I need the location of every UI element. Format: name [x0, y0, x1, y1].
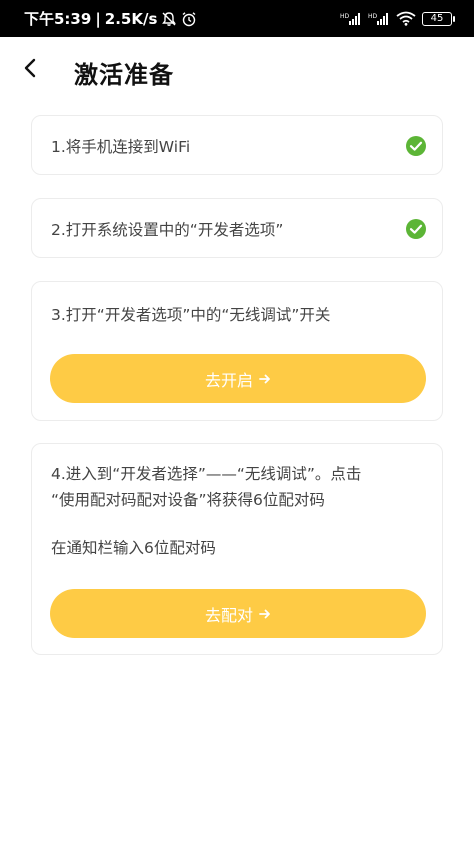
back-button[interactable] [14, 54, 46, 86]
step-2-text: 2.打开系统设置中的“开发者选项” [51, 221, 284, 239]
arrow-right-icon [259, 608, 271, 620]
hd-signal-icon: HD [340, 12, 362, 26]
step-card-2: 2.打开系统设置中的“开发者选项” [31, 198, 443, 258]
status-right: HD HD 45 [340, 11, 455, 26]
app-header: 激活准备 [0, 37, 474, 103]
status-separator: | [95, 9, 101, 28]
chevron-left-icon [23, 58, 37, 82]
enable-button-label: 去开启 [204, 370, 253, 390]
net-speed: 2.5K/s [104, 9, 158, 28]
check-circle-icon [405, 218, 427, 240]
enable-button[interactable]: 去开启 [50, 354, 426, 403]
hd-signal-icon-2: HD [368, 12, 390, 26]
status-time: 下午5:39 [24, 10, 92, 28]
pair-button[interactable]: 去配对 [50, 589, 426, 638]
wifi-icon [396, 11, 416, 26]
check-circle-icon [405, 135, 427, 157]
svg-text:HD: HD [340, 13, 350, 20]
svg-text:HD: HD [368, 13, 378, 20]
mute-icon [161, 11, 177, 27]
step-4-note: 在通知栏输入6位配对码 [51, 539, 216, 557]
step-4-line-1: 4.进入到“开发者选择”——“无线调试”。点击 [51, 465, 362, 483]
step-4-line-2: “使用配对码配对设备”将获得6位配对码 [51, 491, 325, 509]
status-left: 下午5:39 | 2.5K/s [24, 8, 197, 29]
step-1-text: 1.将手机连接到WiFi [51, 138, 191, 156]
step-3-text: 3.打开“开发者选项”中的“无线调试”开关 [51, 306, 331, 324]
alarm-icon [181, 11, 197, 27]
page-title: 激活准备 [74, 61, 174, 89]
pair-button-label: 去配对 [204, 605, 253, 625]
battery-icon: 45 [422, 11, 455, 26]
step-card-4: 4.进入到“开发者选择”——“无线调试”。点击 “使用配对码配对设备”将获得6位… [31, 443, 443, 655]
step-card-1: 1.将手机连接到WiFi [31, 115, 443, 175]
step-card-3: 3.打开“开发者选项”中的“无线调试”开关 去开启 [31, 281, 443, 421]
status-bar: 下午5:39 | 2.5K/s HD HD 45 [0, 0, 474, 37]
arrow-right-icon [259, 373, 271, 385]
